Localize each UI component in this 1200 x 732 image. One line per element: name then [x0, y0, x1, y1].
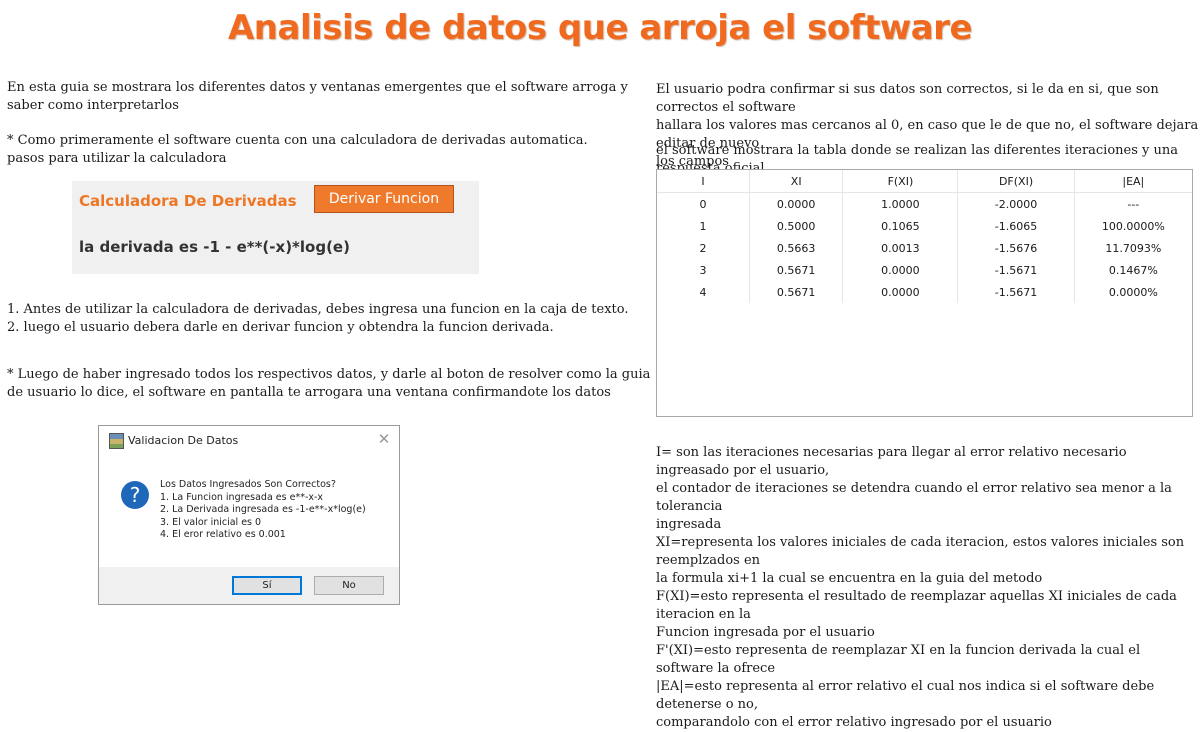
- page-title: Analisis de datos que arroja el software: [227, 8, 973, 48]
- text-line: En esta guia se mostrara los diferentes …: [7, 80, 628, 95]
- table-cell: 100.0000%: [1101, 219, 1165, 233]
- derive-function-button[interactable]: Derivar Funcion: [314, 185, 454, 213]
- iterations-table-panel: I XI F(XI) DF(XI) |EA| 0 0.0000 1.0000 -…: [656, 169, 1193, 417]
- text-line: de usuario lo dice, el software en panta…: [7, 385, 611, 400]
- table-cell: 0: [657, 192, 750, 215]
- text-line: la formula xi+1 la cual se encuentra en …: [656, 571, 1043, 586]
- calculator-intro-paragraph: * Como primeramente el software cuenta c…: [7, 132, 588, 168]
- text-line: * Como primeramente el software cuenta c…: [7, 133, 588, 148]
- table-cell: 4: [657, 281, 750, 303]
- table-row[interactable]: 0 0.0000 1.0000 -2.0000 ---: [657, 192, 1192, 215]
- step-line: 2. luego el usuario debera darle en deri…: [7, 320, 554, 335]
- dialog-titlebar: Validacion De Datos ✕: [99, 426, 399, 456]
- resolve-paragraph: * Luego de haber ingresado todos los res…: [7, 366, 650, 402]
- table-cell: 1: [657, 215, 750, 237]
- yes-button[interactable]: Sí: [232, 576, 302, 595]
- table-row[interactable]: 2 0.5663 0.0013 -1.5676 11.7093%: [657, 237, 1192, 259]
- intro-paragraph: En esta guia se mostrara los diferentes …: [7, 79, 628, 115]
- table-cell: 0.1065: [842, 215, 959, 237]
- calculator-title: Calculadora De Derivadas: [79, 192, 297, 210]
- text-line: el contador de iteraciones se detendra c…: [656, 481, 1172, 514]
- dialog-message-line: 3. El valor inicial es 0: [160, 516, 262, 528]
- table-cell: 1.0000: [842, 192, 959, 215]
- dialog-footer: Sí No: [99, 567, 399, 604]
- table-cell: 2: [657, 237, 750, 259]
- derivative-calculator-screenshot: Calculadora De Derivadas Derivar Funcion…: [72, 181, 479, 274]
- dialog-message: Los Datos Ingresados Son Correctos? 1. L…: [160, 479, 366, 542]
- text-line: Funcion ingresada por el usuario: [656, 625, 875, 640]
- no-button[interactable]: No: [314, 576, 384, 595]
- dialog-message-line: 2. La Derivada ingresada es -1-e**-x*log…: [160, 504, 366, 515]
- column-header-ea[interactable]: |EA|: [1074, 170, 1192, 193]
- validation-dialog: Validacion De Datos ✕ ? Los Datos Ingres…: [98, 425, 400, 605]
- table-row[interactable]: 4 0.5671 0.0000 -1.5671 0.0000%: [657, 281, 1192, 303]
- question-icon: ?: [121, 481, 149, 509]
- table-cell: 0.0013: [842, 237, 959, 259]
- table-cell: -1.5671: [957, 259, 1075, 281]
- table-cell: 0.5000: [749, 215, 844, 237]
- table-cell: -1.5671: [957, 281, 1075, 303]
- table-cell: 0.0000: [842, 259, 959, 281]
- table-cell: 3: [657, 259, 750, 281]
- table-header-row: I XI F(XI) DF(XI) |EA|: [657, 170, 1192, 193]
- text-line: * Luego de haber ingresado todos los res…: [7, 367, 651, 382]
- table-cell: 11.7093%: [1105, 241, 1162, 255]
- explanation-paragraph: I= son las iteraciones necesarias para l…: [656, 444, 1200, 732]
- column-header-fxi[interactable]: F(XI): [842, 170, 959, 193]
- column-header-i[interactable]: I: [657, 170, 750, 193]
- table-cell: 0.1467%: [1108, 263, 1158, 277]
- text-line: pasos para utilizar la calculadora: [7, 151, 227, 166]
- table-cell: -1.5676: [957, 237, 1075, 259]
- column-header-dfxi[interactable]: DF(XI): [957, 170, 1075, 193]
- text-line: I= son las iteraciones necesarias para l…: [656, 445, 1127, 478]
- table-cell: 0.0000%: [1108, 285, 1158, 299]
- text-line: F'(XI)=esto representa de reemplazar XI …: [656, 643, 1141, 676]
- iterations-table: I XI F(XI) DF(XI) |EA| 0 0.0000 1.0000 -…: [657, 170, 1192, 303]
- table-cell: 0.5671: [749, 259, 844, 281]
- app-icon: [109, 433, 124, 449]
- column-header-xi[interactable]: XI: [749, 170, 844, 193]
- close-icon[interactable]: ✕: [375, 430, 393, 448]
- table-cell: -2.0000: [957, 192, 1075, 215]
- text-line: comparandolo con el error relativo ingre…: [656, 715, 1052, 730]
- table-cell: ---: [1127, 197, 1140, 211]
- text-line: saber como interpretarlos: [7, 98, 179, 113]
- dialog-message-line: 4. El eror relativo es 0.001: [160, 529, 286, 540]
- text-line: XI=representa los valores iniciales de c…: [656, 535, 1185, 568]
- steps-paragraph: 1. Antes de utilizar la calculadora de d…: [7, 301, 629, 337]
- text-line: F(XI)=esto representa el resultado de re…: [656, 589, 1177, 622]
- table-cell: 0.0000: [749, 192, 844, 215]
- dialog-message-line: 1. La Funcion ingresada es e**-x-x: [160, 491, 324, 503]
- dialog-title: Validacion De Datos: [128, 434, 239, 447]
- table-row[interactable]: 1 0.5000 0.1065 -1.6065 100.0000%: [657, 215, 1192, 237]
- derivative-result: la derivada es -1 - e**(-x)*log(e): [79, 238, 350, 256]
- table-cell: 0.5671: [749, 281, 844, 303]
- table-cell: 0.5663: [749, 237, 844, 259]
- text-line: ingresada: [656, 517, 722, 532]
- dialog-message-line: Los Datos Ingresados Son Correctos?: [160, 479, 336, 490]
- table-row[interactable]: 3 0.5671 0.0000 -1.5671 0.1467%: [657, 259, 1192, 281]
- table-cell: 0.0000: [842, 281, 959, 303]
- text-line: El usuario podra confirmar si sus datos …: [656, 82, 1159, 115]
- step-line: 1. Antes de utilizar la calculadora de d…: [7, 302, 629, 317]
- table-cell: -1.6065: [957, 215, 1075, 237]
- text-line: |EA|=esto representa al error relativo e…: [656, 679, 1155, 712]
